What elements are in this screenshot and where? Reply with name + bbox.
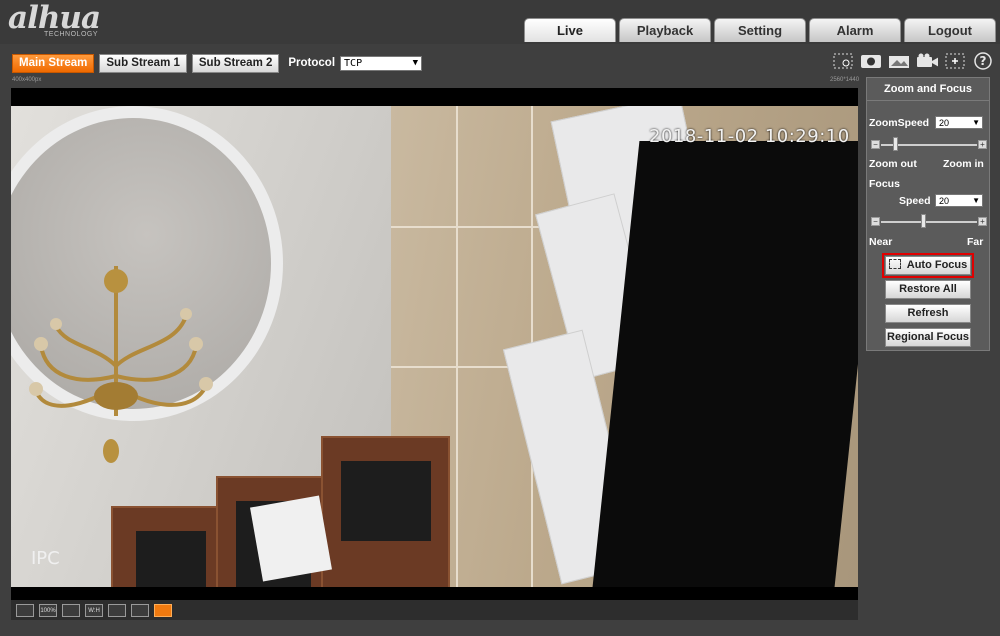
- tab-playback[interactable]: Playback: [619, 18, 711, 42]
- main-nav: Live Playback Setting Alarm Logout: [524, 18, 996, 42]
- zoom-speed-label: Speed: [897, 117, 930, 129]
- zoom-focus-icon[interactable]: [154, 603, 172, 617]
- dahua-logo: alhua TECHNOLOGY: [8, 0, 101, 42]
- focus-label: Focus: [869, 178, 900, 190]
- record-icon[interactable]: [916, 52, 938, 70]
- zoom-minus-button[interactable]: −: [871, 140, 880, 149]
- fullscreen-icon[interactable]: [108, 603, 126, 617]
- zoom-slider-knob[interactable]: [893, 137, 898, 151]
- far-label[interactable]: Far: [967, 236, 983, 248]
- regional-focus-button[interactable]: Regional Focus: [885, 328, 971, 347]
- main-stream-button[interactable]: Main Stream: [12, 53, 95, 73]
- focus-speed-label: Speed: [899, 195, 931, 207]
- chevron-down-icon: ▼: [972, 118, 980, 127]
- protocol-value: TCP: [344, 57, 363, 69]
- focus-plus-button[interactable]: +: [978, 217, 987, 226]
- logo-text: alhua: [8, 0, 101, 36]
- focus-slider[interactable]: − +: [871, 214, 987, 228]
- sub-stream-2-button[interactable]: Sub Stream 2: [191, 53, 280, 73]
- zoom-speed-value: 20: [939, 118, 950, 128]
- protocol-select[interactable]: TCP ▼: [340, 55, 423, 71]
- camera-scene: [11, 106, 858, 587]
- header-bar: alhua TECHNOLOGY Live Playback Setting A…: [0, 0, 1000, 44]
- regional-zoom-icon[interactable]: [832, 52, 854, 70]
- tab-logout[interactable]: Logout: [904, 18, 996, 42]
- tab-setting[interactable]: Setting: [714, 18, 806, 42]
- original-size-icon[interactable]: [16, 603, 34, 617]
- focus-speed-value: 20: [939, 196, 950, 206]
- triple-snapshot-icon[interactable]: [888, 52, 910, 70]
- auto-focus-icon: [888, 259, 901, 269]
- live-video-view[interactable]: 2018-11-02 10:29:10 IPC: [11, 88, 858, 600]
- chevron-down-icon: ▼: [972, 196, 980, 205]
- focus-minus-button[interactable]: −: [871, 217, 880, 226]
- fit-window-icon[interactable]: [62, 603, 80, 617]
- scale-100-icon[interactable]: 100%: [39, 603, 57, 617]
- restore-all-button[interactable]: Restore All: [885, 280, 971, 299]
- protocol-label: Protocol: [288, 57, 336, 69]
- auto-focus-button[interactable]: Auto Focus: [882, 253, 974, 278]
- stream-toolbar: Main Stream Sub Stream 1 Sub Stream 2 Pr…: [12, 53, 423, 73]
- snapshot-icon[interactable]: [860, 52, 882, 70]
- zoom-slider[interactable]: − +: [871, 137, 987, 151]
- svg-text:?: ?: [980, 54, 987, 68]
- zoom-speed-row: ZoomSpeed: [869, 117, 929, 129]
- focus-speed-select[interactable]: 20 ▼: [935, 194, 983, 207]
- digital-zoom-icon[interactable]: [944, 52, 966, 70]
- zoom-plus-button[interactable]: +: [978, 140, 987, 149]
- zoom-out-label[interactable]: Zoom out: [869, 158, 917, 170]
- help-icon[interactable]: ?: [972, 52, 994, 70]
- resolution-right: 2560*1440: [830, 77, 860, 83]
- video-bottom-bar: 100% W:H: [11, 600, 858, 620]
- panel-title: Zoom and Focus: [867, 78, 989, 101]
- refresh-button[interactable]: Refresh: [885, 304, 971, 323]
- aspect-ratio-icon[interactable]: W:H: [85, 603, 103, 617]
- video-timestamp: 2018-11-02 10:29:10: [649, 126, 850, 147]
- zoom-focus-panel: Zoom and Focus ZoomSpeed 20 ▼ − + Zoom o…: [866, 77, 990, 351]
- logo-subtext: TECHNOLOGY: [44, 31, 99, 38]
- zoom-speed-select[interactable]: 20 ▼: [935, 116, 983, 129]
- zoom-in-label[interactable]: Zoom in: [943, 158, 984, 170]
- tab-live[interactable]: Live: [524, 18, 616, 42]
- video-tools: ?: [832, 52, 994, 70]
- ptz-icon[interactable]: [131, 603, 149, 617]
- zoom-label: Zoom: [869, 117, 898, 129]
- tab-alarm[interactable]: Alarm: [809, 18, 901, 42]
- near-label[interactable]: Near: [869, 236, 892, 248]
- focus-slider-knob[interactable]: [921, 214, 926, 228]
- resolution-left: 400x400px: [12, 77, 42, 83]
- channel-label: IPC: [31, 548, 60, 569]
- monitor-screen: [592, 141, 858, 587]
- chevron-down-icon: ▼: [412, 57, 419, 68]
- sub-stream-1-button[interactable]: Sub Stream 1: [99, 53, 187, 73]
- auto-focus-label: Auto Focus: [906, 259, 968, 271]
- chandelier: [29, 266, 213, 463]
